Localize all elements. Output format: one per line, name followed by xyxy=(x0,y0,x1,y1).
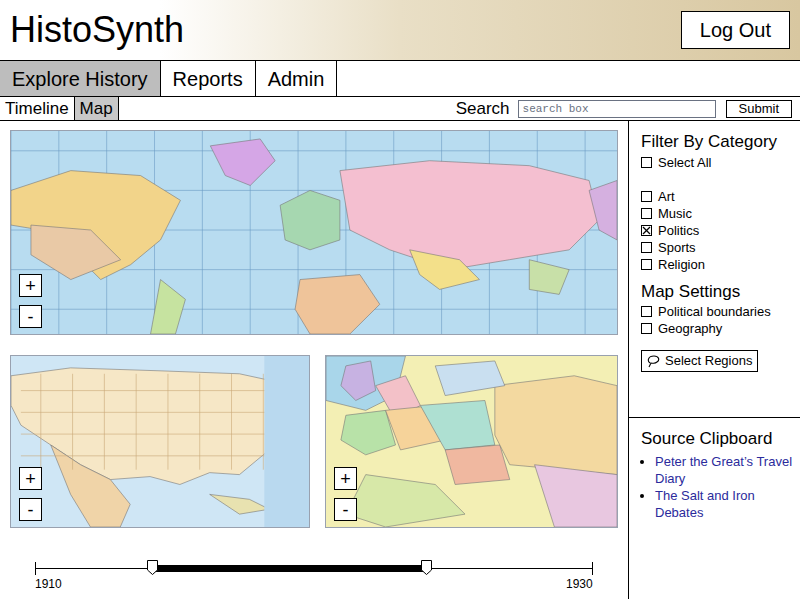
checkbox-label: Select All xyxy=(658,154,711,171)
checkbox[interactable] xyxy=(641,259,652,270)
checkbox[interactable] xyxy=(641,242,652,253)
logout-button[interactable]: Log Out xyxy=(681,11,790,49)
map-area: +- +- +- 19101930 xyxy=(0,121,628,599)
nav-bar: Explore History Reports Admin xyxy=(0,60,800,97)
checkbox-row[interactable]: Art xyxy=(641,188,800,205)
timeline-track xyxy=(35,568,593,569)
checkbox-label: Sports xyxy=(658,239,696,256)
clipboard-link[interactable]: Peter the Great’s Travel Diary xyxy=(655,453,794,487)
checkbox-row[interactable]: Sports xyxy=(641,239,800,256)
view-tabs: Timeline Map xyxy=(0,97,119,120)
checkbox[interactable] xyxy=(641,225,652,236)
timeline-slider[interactable]: 1910 1930 xyxy=(10,528,618,599)
checkbox[interactable] xyxy=(641,306,652,317)
nav-tab-label: Admin xyxy=(268,64,325,94)
checkbox-row[interactable]: Geography xyxy=(641,320,800,337)
timeline-range-fill xyxy=(152,565,425,572)
usa-map[interactable]: +- xyxy=(10,355,310,528)
nav-tab-label: Reports xyxy=(173,64,243,94)
checkbox-label: Music xyxy=(658,205,692,222)
zoom-out-button[interactable]: - xyxy=(334,498,357,521)
checkbox-label: Geography xyxy=(658,320,722,337)
range-handle-icon[interactable] xyxy=(421,560,432,575)
search-label: Search xyxy=(456,96,510,122)
checkbox-row[interactable]: Political boundaries xyxy=(641,303,800,320)
zoom-in-button[interactable]: + xyxy=(19,274,42,297)
checkbox-label: Religion xyxy=(658,256,705,273)
app-title: HistoSynth xyxy=(0,12,184,48)
filter-title: Filter By Category xyxy=(641,131,800,153)
timeline-end-label: 1930 xyxy=(566,578,593,590)
nav-tab[interactable]: Admin xyxy=(256,61,338,96)
check-x-icon xyxy=(642,226,651,235)
nav-tab[interactable]: Reports xyxy=(161,61,256,96)
zoom-in-button[interactable]: + xyxy=(334,467,357,490)
checkbox-row[interactable]: Music xyxy=(641,205,800,222)
timeline-start-label: 1910 xyxy=(35,578,62,590)
zoom-out-button[interactable]: - xyxy=(19,305,42,328)
submit-button[interactable]: Submit xyxy=(726,100,792,118)
checkbox-label: Political boundaries xyxy=(658,303,771,320)
checkbox-row[interactable]: Select All xyxy=(641,154,800,171)
usa-map-image xyxy=(11,356,309,527)
checkbox-label: Politics xyxy=(658,222,699,239)
range-handle-icon[interactable] xyxy=(147,560,158,575)
zoom-out-button[interactable]: - xyxy=(19,498,42,521)
select-regions-label: Select Regions xyxy=(665,351,752,371)
checkbox-row[interactable]: Religion xyxy=(641,256,800,273)
view-tab-label: Timeline xyxy=(5,96,69,122)
europe-map[interactable]: +- xyxy=(325,355,618,528)
zoom-controls: +- xyxy=(334,467,357,521)
nav-tab-label: Explore History xyxy=(12,64,148,94)
zoom-controls: +- xyxy=(19,274,42,328)
view-tab[interactable]: Timeline xyxy=(0,97,75,120)
nav-tab[interactable]: Explore History xyxy=(0,61,161,96)
sidebar: Filter By Category Select All ArtMusicPo… xyxy=(628,121,800,599)
checkbox-label: Art xyxy=(658,188,675,205)
clipboard-title: Source Clipboard xyxy=(641,428,794,450)
header: HistoSynth Log Out xyxy=(0,0,800,60)
checkbox[interactable] xyxy=(641,323,652,334)
checkbox[interactable] xyxy=(641,157,652,168)
view-tab-label: Map xyxy=(80,96,113,122)
checkbox[interactable] xyxy=(641,208,652,219)
zoom-controls: +- xyxy=(19,467,42,521)
map-settings-title: Map Settings xyxy=(641,281,800,303)
clipboard-link[interactable]: The Salt and Iron Debates xyxy=(655,487,794,521)
world-map-image xyxy=(11,131,617,334)
world-map[interactable]: +- xyxy=(10,130,618,335)
europe-map-image xyxy=(326,356,617,527)
view-tab[interactable]: Map xyxy=(75,97,119,120)
clipboard-list: Peter the Great’s Travel DiaryThe Salt a… xyxy=(641,453,794,521)
select-regions-button[interactable]: Select Regions xyxy=(641,350,758,372)
lasso-icon xyxy=(647,354,661,368)
search-input[interactable] xyxy=(518,100,716,118)
checkbox[interactable] xyxy=(641,191,652,202)
sub-bar: Timeline Map Search Submit xyxy=(0,97,800,121)
app-window: HistoSynth Log Out Explore History Report… xyxy=(0,0,800,599)
zoom-in-button[interactable]: + xyxy=(19,467,42,490)
checkbox-row[interactable]: Politics xyxy=(641,222,800,239)
